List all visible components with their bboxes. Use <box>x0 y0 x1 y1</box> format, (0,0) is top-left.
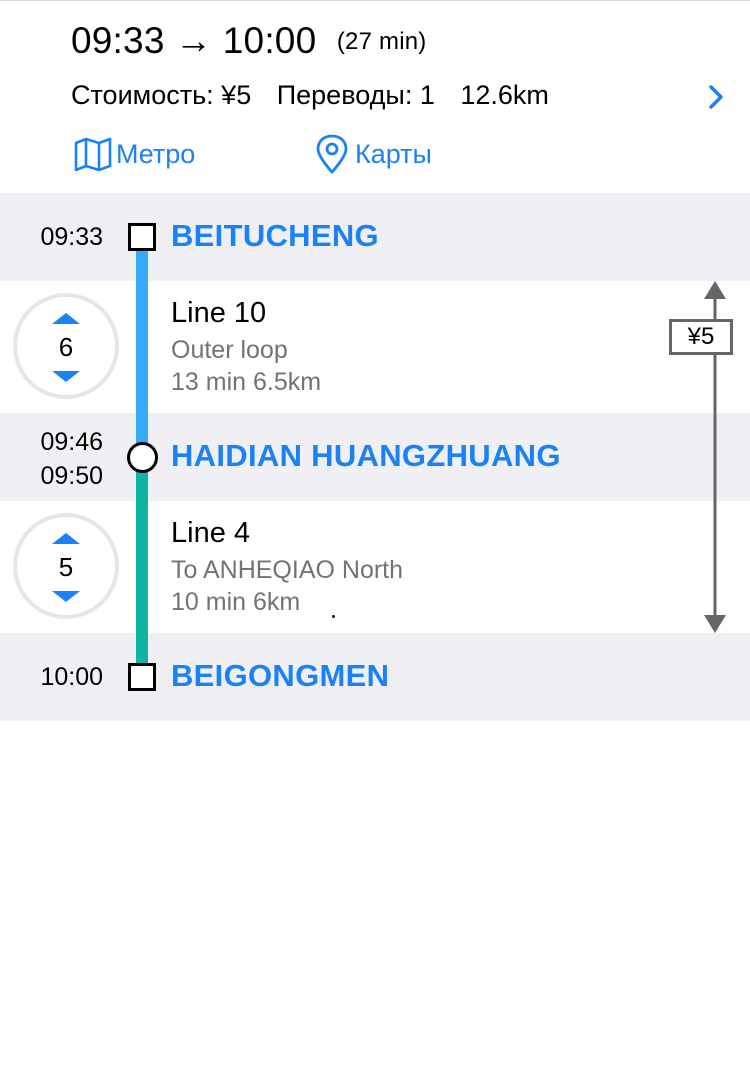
fare-label: ¥5 <box>669 319 733 355</box>
stray-dot <box>332 615 335 618</box>
route-timeline: 09:33 BEITUCHENG 6 Line 10 Outer loop 13… <box>0 193 750 721</box>
distance-text: 12.6km <box>460 80 549 110</box>
expand-down-icon <box>52 371 80 382</box>
metro-link-label: Метро <box>116 138 196 169</box>
arrow-icon: → <box>175 20 213 61</box>
stop-count: 5 <box>58 552 74 582</box>
transfers-text: Переводы: 1 <box>276 80 435 110</box>
line-4-track <box>136 471 148 665</box>
metro-map-link[interactable]: Метро <box>74 134 195 174</box>
line-direction: Outer loop <box>171 336 288 364</box>
station-time: 10:00 <box>40 663 103 691</box>
trip-duration: (27 min) <box>336 28 427 55</box>
station-arrive-time: 09:46 <box>40 428 103 456</box>
departure-time: 09:33 <box>71 20 165 61</box>
maps-link[interactable]: Карты <box>313 134 432 174</box>
time-range: 09:33 → 10:00 (27 min) <box>71 20 426 62</box>
stop-count-toggle[interactable]: 6 <box>13 293 119 399</box>
expand-up-icon <box>52 533 80 544</box>
line-name: Line 10 <box>171 297 267 329</box>
line-10-track <box>136 251 148 455</box>
line-direction: To ANHEQIAO North <box>171 556 404 584</box>
cost-text: Стоимость: ¥5 <box>71 80 252 110</box>
arrival-time: 10:00 <box>222 20 317 61</box>
start-station-marker <box>128 223 156 251</box>
station-name: BEITUCHENG <box>171 218 379 253</box>
station-name: BEIGONGMEN <box>171 658 390 693</box>
station-time: 09:33 <box>40 223 103 251</box>
stop-count: 6 <box>58 332 74 362</box>
map-icon <box>74 137 112 171</box>
expand-down-icon <box>52 591 80 602</box>
segment-info: 10 min 6km <box>171 588 301 616</box>
station-row[interactable]: 10:00 BEIGONGMEN <box>0 633 750 721</box>
station-name: HAIDIAN HUANGZHUANG <box>171 438 561 473</box>
maps-link-label: Карты <box>355 138 432 169</box>
expand-up-icon <box>52 313 80 324</box>
station-row[interactable]: 09:33 BEITUCHENG <box>0 193 750 281</box>
stop-count-toggle[interactable]: 5 <box>13 513 119 619</box>
station-depart-time: 09:50 <box>40 462 103 490</box>
transfer-station-marker <box>127 442 158 473</box>
route-meta: Стоимость: ¥5 Переводы: 1 12.6km <box>71 80 567 111</box>
line-name: Line 4 <box>171 517 251 549</box>
location-pin-icon <box>316 134 348 174</box>
chevron-right-icon[interactable] <box>702 80 730 114</box>
end-station-marker <box>128 663 156 691</box>
segment-info: 13 min 6.5km <box>171 368 322 396</box>
station-row[interactable]: 09:46 09:50 HAIDIAN HUANGZHUANG <box>0 413 750 501</box>
